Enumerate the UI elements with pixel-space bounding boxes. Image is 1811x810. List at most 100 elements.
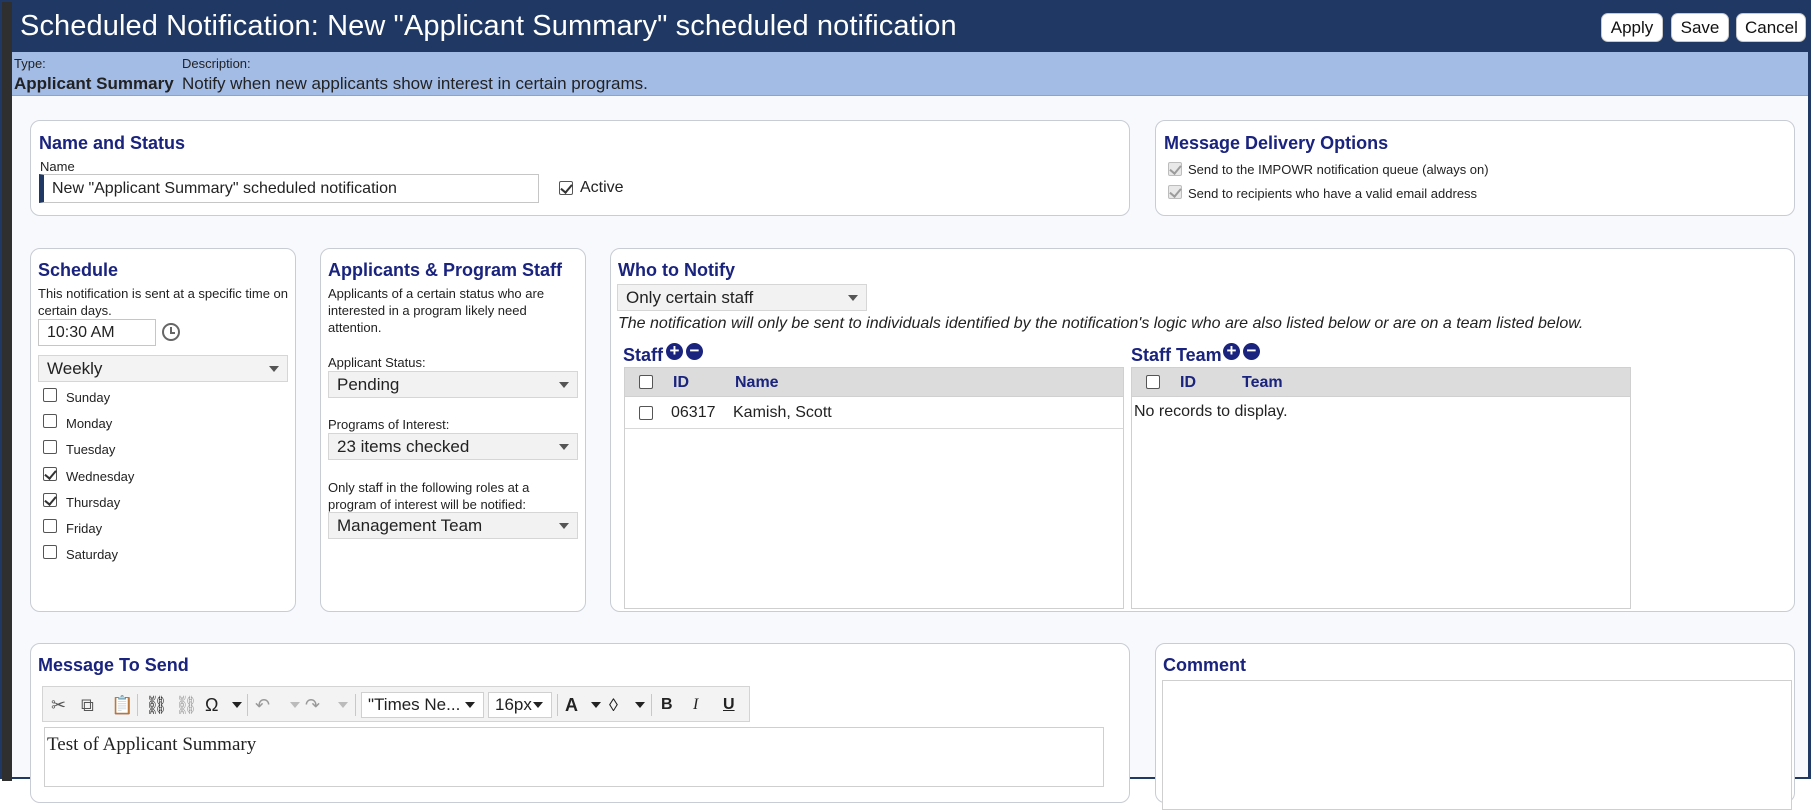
wednesday-label: Wednesday xyxy=(66,469,135,484)
description-label: Description: xyxy=(182,56,251,71)
queue-checkbox xyxy=(1168,162,1182,176)
saturday-checkbox[interactable] xyxy=(43,545,57,559)
monday-checkbox[interactable] xyxy=(43,414,57,428)
comment-heading: Comment xyxy=(1163,655,1247,675)
font-family-select[interactable]: "Times Ne... xyxy=(361,692,484,718)
sunday-checkbox[interactable] xyxy=(43,388,57,402)
remove-team-button[interactable]: − xyxy=(1243,342,1260,360)
italic-icon[interactable]: I xyxy=(693,696,698,714)
applicant-status-select[interactable]: Pending xyxy=(328,371,578,398)
frequency-select[interactable]: Weekly xyxy=(38,355,288,382)
bold-icon[interactable]: B xyxy=(661,696,673,714)
thursday-label: Thursday xyxy=(66,495,121,510)
email-option-label: Send to recipients who have a valid emai… xyxy=(1188,186,1478,201)
notify-note: The notification will only be sent to in… xyxy=(618,315,1584,332)
wednesday-checkbox[interactable] xyxy=(43,467,57,481)
unlink-icon[interactable]: ⛓ xyxy=(175,695,198,716)
toolbar-divider xyxy=(557,694,558,716)
redo-icon[interactable]: ↷ xyxy=(305,695,320,716)
friday-label: Friday xyxy=(66,521,103,536)
app-window: Scheduled Notification: New "Applicant S… xyxy=(0,0,1811,810)
roles-select[interactable]: Management Team xyxy=(328,512,578,539)
comment-textarea[interactable] xyxy=(1162,680,1792,810)
time-input[interactable]: 10:30 AM xyxy=(38,319,156,346)
name-label: Name xyxy=(40,159,75,174)
underline-icon[interactable]: U xyxy=(723,696,735,714)
chevron-down-icon xyxy=(848,294,858,301)
chevron-down-icon[interactable] xyxy=(635,702,645,708)
comment-card: Comment xyxy=(1155,643,1795,810)
staff-select-all-checkbox[interactable] xyxy=(639,375,653,389)
monday-label: Monday xyxy=(66,416,113,431)
type-value: Applicant Summary xyxy=(14,74,174,93)
notify-mode-value: Only certain staff xyxy=(626,287,754,307)
undo-icon[interactable]: ↶ xyxy=(255,695,270,716)
team-grid-header: ID Team xyxy=(1131,367,1631,397)
staff-heading: Staff xyxy=(623,345,663,365)
save-button[interactable]: Save xyxy=(1671,13,1729,42)
cut-icon[interactable]: ✂ xyxy=(51,695,66,716)
clock-icon[interactable] xyxy=(162,323,180,341)
team-col-id[interactable]: ID xyxy=(1180,374,1196,392)
who-to-notify-card: Who to Notify Only certain staff The not… xyxy=(610,248,1795,612)
cancel-button[interactable]: Cancel xyxy=(1736,13,1806,42)
frequency-value: Weekly xyxy=(47,358,103,378)
add-staff-button[interactable]: + xyxy=(666,342,683,360)
background-color-icon[interactable]: ◊ xyxy=(609,695,618,716)
active-label: Active xyxy=(580,179,624,196)
editor-toolbar: ✂ ⧉ 📋 ⛓ ⛓ Ω ↶ ↷ "Times Ne... 16px A ◊ B … xyxy=(42,686,750,722)
toolbar-divider xyxy=(137,694,138,716)
team-select-all-checkbox[interactable] xyxy=(1146,375,1160,389)
staff-row-checkbox[interactable] xyxy=(639,406,653,420)
name-status-heading: Name and Status xyxy=(39,133,186,153)
font-size-select[interactable]: 16px xyxy=(488,692,552,718)
team-empty-message: No records to display. xyxy=(1134,403,1288,420)
staff-col-name[interactable]: Name xyxy=(735,374,779,392)
apply-button[interactable]: Apply xyxy=(1601,13,1663,42)
applicants-card: Applicants & Program Staff Applicants of… xyxy=(320,248,586,612)
paste-icon[interactable]: 📋 xyxy=(111,695,133,716)
text-color-icon[interactable]: A xyxy=(565,695,578,716)
table-row[interactable]: 06317 Kamish, Scott xyxy=(625,397,1123,429)
chevron-down-icon xyxy=(559,522,569,529)
team-col-team[interactable]: Team xyxy=(1242,374,1283,392)
type-label: Type: xyxy=(14,56,46,71)
chevron-down-icon[interactable] xyxy=(290,702,300,708)
chevron-down-icon[interactable] xyxy=(232,702,242,708)
tuesday-checkbox[interactable] xyxy=(43,440,57,454)
message-heading: Message To Send xyxy=(38,655,189,675)
toolbar-divider xyxy=(355,694,356,716)
link-icon[interactable]: ⛓ xyxy=(145,695,168,716)
copy-icon[interactable]: ⧉ xyxy=(81,695,94,716)
sunday-label: Sunday xyxy=(66,390,111,405)
thursday-checkbox[interactable] xyxy=(43,493,57,507)
name-input[interactable]: New "Applicant Summary" scheduled notifi… xyxy=(39,174,539,203)
roles-label: Only staff in the following roles at a p… xyxy=(328,480,530,512)
description-value: Notify when new applicants show interest… xyxy=(182,74,648,93)
email-checkbox xyxy=(1168,185,1182,199)
programs-select[interactable]: 23 items checked xyxy=(328,433,578,460)
name-status-card: Name and Status Name New "Applicant Summ… xyxy=(30,120,1130,216)
delivery-options-card: Message Delivery Options Send to the IMP… xyxy=(1155,120,1795,216)
left-edge xyxy=(2,2,12,781)
message-editor[interactable]: Test of Applicant Summary xyxy=(44,727,1104,787)
remove-staff-button[interactable]: − xyxy=(686,342,703,360)
chevron-down-icon xyxy=(269,365,279,372)
chevron-down-icon xyxy=(559,443,569,450)
toolbar-divider xyxy=(651,694,652,716)
roles-value: Management Team xyxy=(337,515,483,535)
title-bar: Scheduled Notification: New "Applicant S… xyxy=(12,2,1808,52)
chevron-down-icon[interactable] xyxy=(591,702,601,708)
chevron-down-icon[interactable] xyxy=(338,702,348,708)
schedule-heading: Schedule xyxy=(38,260,119,280)
chevron-down-icon xyxy=(465,702,475,708)
notify-mode-select[interactable]: Only certain staff xyxy=(617,284,867,311)
add-team-button[interactable]: + xyxy=(1223,342,1240,360)
friday-checkbox[interactable] xyxy=(43,519,57,533)
active-checkbox[interactable] xyxy=(559,181,573,195)
queue-option-label: Send to the IMPOWR notification queue (a… xyxy=(1188,162,1489,177)
staff-col-id[interactable]: ID xyxy=(673,374,689,392)
special-character-icon[interactable]: Ω xyxy=(205,695,218,716)
applicant-status-value: Pending xyxy=(337,374,400,394)
team-grid-body: No records to display. xyxy=(1131,397,1631,609)
